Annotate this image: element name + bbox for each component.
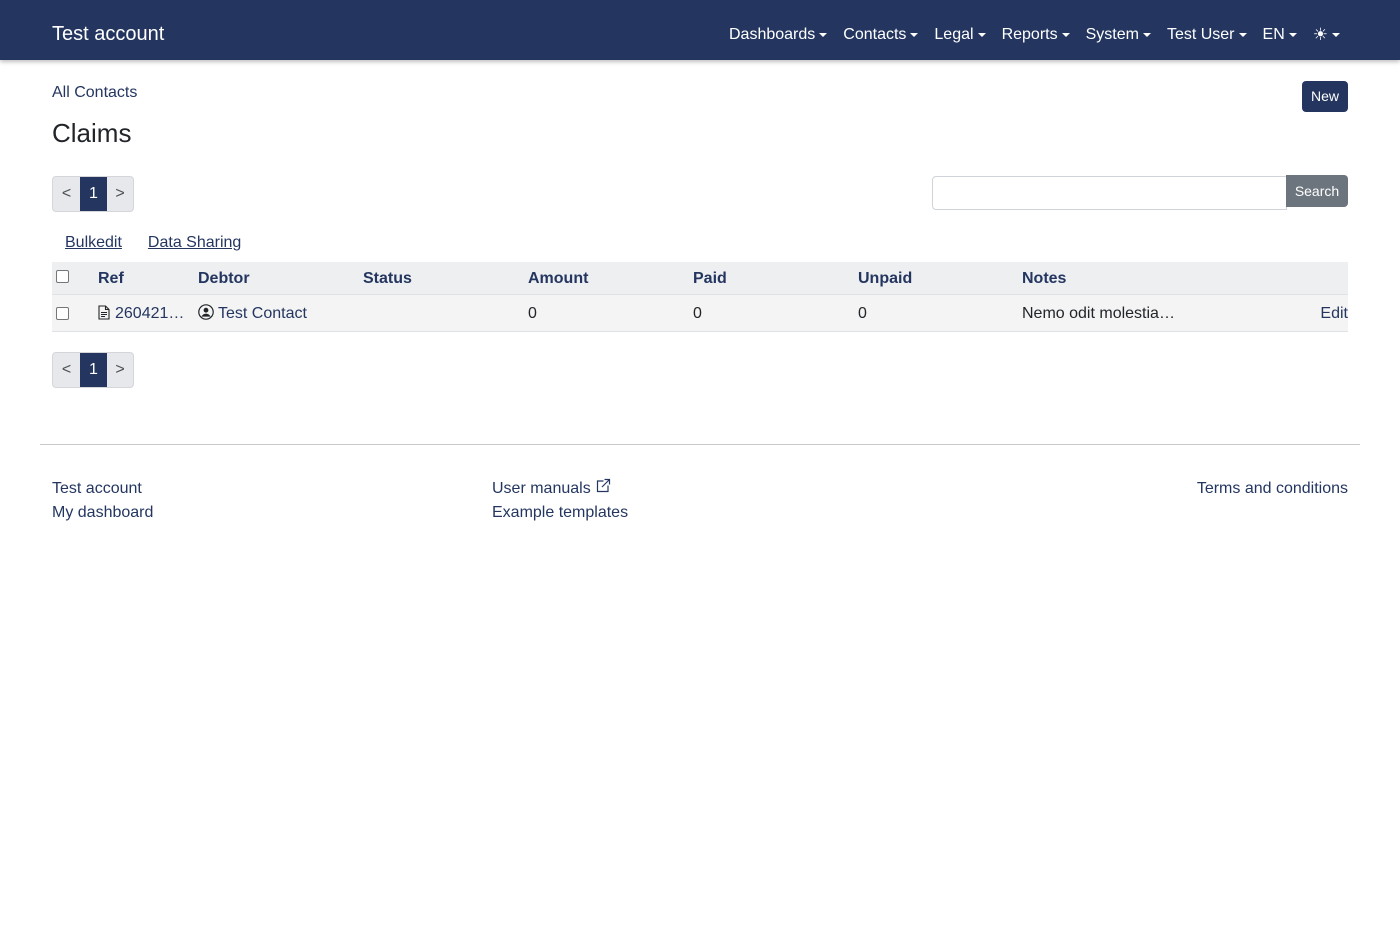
caret-down-icon — [1288, 33, 1297, 37]
column-header-notes[interactable]: Notes — [1022, 262, 1066, 295]
new-claim-button[interactable]: New — [1302, 81, 1348, 112]
row-select-checkbox[interactable] — [56, 307, 69, 320]
debtor-cell: Test Contact — [198, 295, 307, 333]
select-all-checkbox[interactable] — [56, 270, 69, 283]
paid-cell: 0 — [693, 305, 702, 322]
pagination-bottom: < 1 > — [52, 352, 134, 388]
breadcrumb-all-contacts[interactable]: All Contacts — [52, 83, 137, 103]
column-header-ref[interactable]: Ref — [98, 262, 124, 295]
nav-language-label: EN — [1262, 26, 1285, 43]
column-header-debtor[interactable]: Debtor — [198, 262, 250, 295]
nav-legal-dropdown[interactable]: Legal — [934, 25, 986, 45]
pagination-next-button[interactable]: > — [107, 353, 133, 387]
unpaid-cell: 0 — [858, 305, 867, 322]
nav-legal-label: Legal — [934, 26, 974, 43]
caret-down-icon — [1238, 33, 1247, 37]
pagination-prev-button[interactable]: < — [53, 353, 80, 387]
amount-cell: 0 — [528, 305, 537, 322]
external-link-icon — [596, 479, 610, 493]
column-header-status[interactable]: Status — [363, 262, 412, 295]
document-icon — [98, 305, 110, 320]
footer-example-templates-link[interactable]: Example templates — [492, 503, 628, 523]
pagination-next-button[interactable]: > — [107, 177, 133, 211]
column-header-paid[interactable]: Paid — [693, 262, 727, 295]
bulkedit-link[interactable]: Bulkedit — [65, 233, 122, 253]
top-navbar: Test account Dashboards Contacts Legal R… — [0, 0, 1400, 60]
footer-test-account-link[interactable]: Test account — [52, 479, 142, 499]
nav-dashboards-dropdown[interactable]: Dashboards — [728, 25, 828, 45]
column-header-unpaid[interactable]: Unpaid — [858, 262, 912, 295]
nav-dashboards-label: Dashboards — [728, 26, 816, 43]
notes-cell: Nemo odit molestia… — [1022, 305, 1175, 322]
search-button[interactable]: Search — [1286, 175, 1348, 207]
nav-reports-label: Reports — [1001, 26, 1058, 43]
pagination-page-1[interactable]: 1 — [80, 353, 107, 387]
footer-divider — [40, 444, 1360, 445]
search-input[interactable] — [932, 176, 1287, 210]
caret-down-icon — [977, 33, 986, 37]
nav-theme-dropdown[interactable]: ☀ — [1313, 25, 1340, 45]
caret-down-icon — [819, 33, 828, 37]
ref-cell: 260421… — [98, 295, 184, 333]
table-header-row: Ref Debtor Status Amount Paid Unpaid Not… — [52, 262, 1348, 295]
nav-system-dropdown[interactable]: System — [1086, 25, 1151, 45]
data-sharing-link[interactable]: Data Sharing — [148, 233, 241, 253]
bulk-actions: Bulkedit Data Sharing — [65, 233, 267, 253]
sun-icon: ☀ — [1312, 25, 1328, 44]
claim-ref-link[interactable]: 260421… — [115, 305, 184, 322]
nav-contacts-dropdown[interactable]: Contacts — [843, 25, 919, 45]
caret-down-icon — [1142, 33, 1151, 37]
claims-table: Ref Debtor Status Amount Paid Unpaid Not… — [52, 262, 1348, 332]
nav-contacts-label: Contacts — [843, 26, 907, 43]
column-header-amount[interactable]: Amount — [528, 262, 588, 295]
pagination-top: < 1 > — [52, 176, 134, 212]
pagination-page-1[interactable]: 1 — [80, 177, 107, 211]
main-nav: Dashboards Contacts Legal Reports System… — [713, 25, 1340, 45]
nav-system-label: System — [1085, 26, 1139, 43]
nav-reports-dropdown[interactable]: Reports — [1002, 25, 1070, 45]
nav-user-label: Test User — [1166, 26, 1235, 43]
pagination-prev-button[interactable]: < — [53, 177, 80, 211]
page-title: Claims — [52, 118, 132, 148]
footer-user-manuals-label: User manuals — [492, 480, 591, 497]
caret-down-icon — [910, 33, 919, 37]
caret-down-icon — [1332, 33, 1340, 37]
footer-terms-link[interactable]: Terms and conditions — [1197, 479, 1348, 499]
edit-link[interactable]: Edit — [1320, 295, 1348, 333]
debtor-link[interactable]: Test Contact — [218, 305, 307, 322]
table-row: 260421… Test Contact 0 0 0 Nemo odit mol… — [52, 295, 1348, 332]
footer-user-manuals-link[interactable]: User manuals — [492, 479, 611, 499]
person-circle-icon — [198, 304, 214, 321]
nav-language-dropdown[interactable]: EN — [1263, 25, 1297, 45]
brand-link[interactable]: Test account — [52, 22, 164, 46]
footer-my-dashboard-link[interactable]: My dashboard — [52, 503, 153, 523]
caret-down-icon — [1061, 33, 1070, 37]
nav-user-dropdown[interactable]: Test User — [1167, 25, 1247, 45]
